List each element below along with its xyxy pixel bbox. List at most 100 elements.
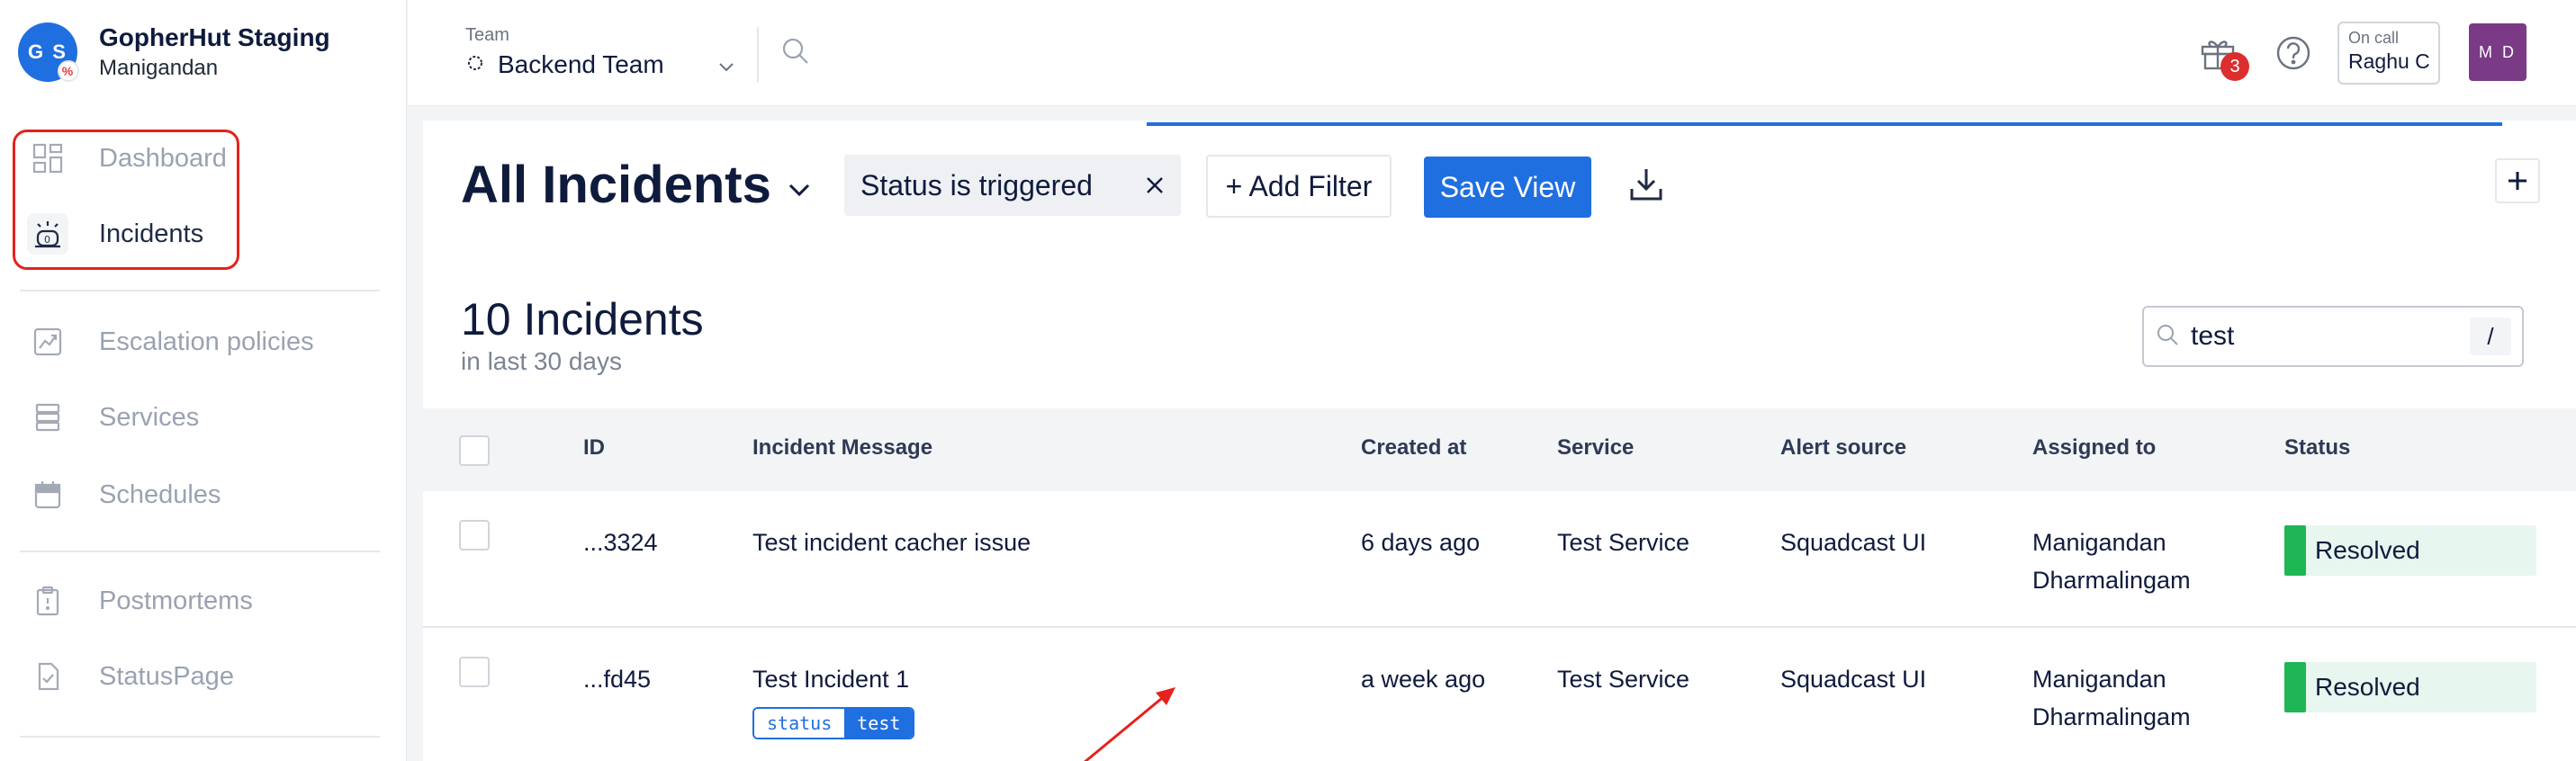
row-checkbox[interactable] — [459, 657, 490, 687]
alert-source: Squadcast UI — [1780, 666, 1927, 693]
sidebar-divider — [20, 551, 380, 552]
plus-icon — [2508, 172, 2526, 190]
incidents-panel: All Incidents Status is triggered + Add … — [423, 121, 2576, 761]
sidebar-divider — [20, 736, 380, 738]
gear-icon — [465, 50, 485, 79]
status-badge: Resolved — [2284, 662, 2536, 712]
org-name: GopherHut Staging — [99, 23, 330, 51]
status-label: Resolved — [2315, 673, 2420, 701]
shortcut-key: / — [2470, 318, 2511, 355]
team-select[interactable]: Backend Team — [465, 50, 734, 79]
org-badge-icon: % — [58, 60, 79, 82]
sidebar-item-label: Schedules — [99, 479, 221, 509]
close-icon[interactable] — [1145, 169, 1165, 202]
sidebar-item-label: Incidents — [99, 219, 204, 248]
add-filter-button[interactable]: + Add Filter — [1206, 155, 1392, 218]
filter-chip-label: Status is triggered — [860, 168, 1093, 201]
sidebar: G S % GopherHut Staging Manigandan Dashb… — [0, 0, 407, 761]
oncall-widget[interactable]: On call Raghu C — [2337, 22, 2440, 85]
sidebar-item-postmortems[interactable]: Postmortems — [27, 576, 253, 626]
assignee[interactable]: Manigandan Dharmalingam — [2032, 524, 2191, 599]
incident-tag[interactable]: status test — [752, 707, 915, 739]
help-icon[interactable] — [2274, 34, 2312, 76]
user-avatar[interactable]: M D — [2469, 23, 2526, 81]
status-label: Resolved — [2315, 536, 2420, 564]
sidebar-divider — [20, 290, 380, 291]
org-initials: G S — [28, 40, 68, 63]
table-header: ID Incident Message Created at Service A… — [423, 408, 2576, 491]
row-checkbox[interactable] — [459, 520, 490, 551]
tag-key: status — [754, 709, 845, 738]
sidebar-item-label: Services — [99, 402, 200, 432]
incident-count: 10 Incidents — [461, 294, 704, 345]
annotation-arrow-icon — [1084, 687, 1175, 761]
sidebar-item-label: Postmortems — [99, 586, 253, 615]
team-select-value: Backend Team — [498, 50, 664, 78]
created-at: a week ago — [1361, 666, 1486, 693]
tag-value: test — [844, 709, 914, 738]
sidebar-item-escalation-policies[interactable]: Escalation policies — [27, 317, 314, 367]
calendar-icon — [27, 474, 68, 515]
incident-id: ...fd45 — [583, 666, 652, 693]
assignee[interactable]: Manigandan Dharmalingam — [2032, 660, 2191, 736]
oncall-name: Raghu C — [2348, 49, 2430, 73]
add-button[interactable] — [2495, 158, 2540, 203]
assignee-last-name: Dharmalingam — [2032, 567, 2191, 594]
team-label: Team — [465, 25, 509, 45]
services-icon — [27, 397, 68, 438]
svg-text:0: 0 — [44, 234, 50, 246]
org-switcher[interactable]: G S % GopherHut Staging Manigandan — [18, 22, 330, 83]
table-row[interactable]: ...3324 Test incident cacher issue 6 day… — [423, 491, 2576, 628]
column-header[interactable]: Service — [1557, 435, 1634, 461]
column-header[interactable]: Status — [2284, 435, 2350, 461]
column-header[interactable]: ID — [583, 435, 605, 461]
column-header[interactable]: Alert source — [1780, 435, 1906, 461]
assignee-first-name: Manigandan — [2032, 529, 2166, 556]
page-title: All Incidents — [461, 156, 771, 214]
status-indicator — [2284, 525, 2306, 576]
status-indicator — [2284, 662, 2306, 712]
sidebar-item-schedules[interactable]: Schedules — [27, 470, 221, 520]
sidebar-item-incidents[interactable]: 0 Incidents — [27, 209, 203, 259]
table-row[interactable]: ...fd45 Test Incident 1 status test a we… — [423, 628, 2576, 761]
assignee-last-name: Dharmalingam — [2032, 703, 2191, 730]
escalation-icon — [27, 321, 68, 363]
column-header[interactable]: Assigned to — [2032, 435, 2156, 461]
org-avatar: G S % — [18, 22, 79, 82]
service-name[interactable]: Test Service — [1557, 524, 1689, 561]
statuspage-icon — [27, 656, 68, 697]
incident-count-period: in last 30 days — [461, 347, 622, 375]
filter-chip[interactable]: Status is triggered — [844, 155, 1181, 216]
sidebar-item-services[interactable]: Services — [27, 392, 199, 443]
incidents-icon: 0 — [27, 213, 68, 255]
status-badge: Resolved — [2284, 525, 2536, 576]
incident-message[interactable]: Test incident cacher issue — [752, 524, 1031, 561]
incident-search[interactable]: / — [2142, 306, 2524, 367]
header-divider — [757, 27, 759, 83]
assignee-first-name: Manigandan — [2032, 666, 2166, 693]
service-name[interactable]: Test Service — [1557, 660, 1689, 698]
select-all-checkbox[interactable] — [459, 435, 490, 466]
search-input[interactable] — [2191, 321, 2452, 352]
save-view-button[interactable]: Save View — [1424, 157, 1591, 218]
search-icon[interactable] — [780, 36, 811, 71]
oncall-label: On call — [2348, 29, 2400, 47]
column-header[interactable]: Created at — [1361, 435, 1466, 461]
top-bar: Team Backend Team 3 On call Raghu C M D — [408, 0, 2576, 106]
column-header[interactable]: Incident Message — [752, 435, 932, 461]
download-icon[interactable] — [1627, 166, 1665, 208]
alert-source: Squadcast UI — [1780, 529, 1927, 556]
clipboard-icon — [27, 580, 68, 622]
sidebar-item-label: Escalation policies — [99, 327, 314, 356]
dashboard-icon — [27, 138, 68, 179]
notification-badge: 3 — [2220, 52, 2249, 81]
sidebar-item-label: StatusPage — [99, 661, 234, 691]
chevron-down-icon — [718, 50, 734, 79]
search-icon — [2155, 322, 2180, 352]
incident-message: Test Incident 1 — [752, 666, 910, 693]
incident-message-cell[interactable]: Test Incident 1 status test — [752, 660, 915, 739]
chevron-down-icon — [788, 182, 811, 202]
sidebar-item-statuspage[interactable]: StatusPage — [27, 651, 234, 702]
view-selector[interactable]: All Incidents — [461, 155, 811, 215]
sidebar-item-dashboard[interactable]: Dashboard — [27, 133, 227, 184]
